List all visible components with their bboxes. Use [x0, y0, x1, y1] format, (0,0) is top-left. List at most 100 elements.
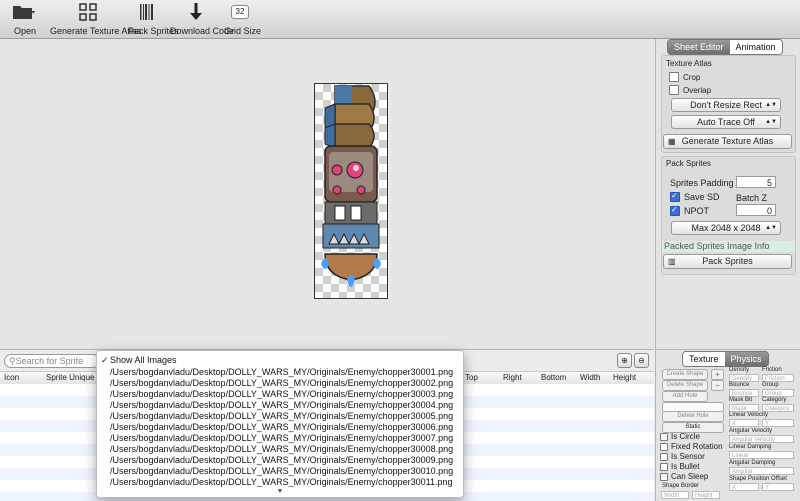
popup-arrows-icon: ▲▼ [765, 102, 777, 108]
max-size-popup[interactable]: Max 2048 x 2048 ▲▼ [671, 221, 781, 235]
shape-border-height-field[interactable]: Height [692, 491, 720, 499]
pack-sprites-toolbar-button[interactable]: Pack Sprites [128, 2, 179, 36]
pack-sprites-title: Pack Sprites [666, 159, 711, 168]
auto-trace-popup[interactable]: Auto Trace Off ▲▼ [671, 115, 781, 129]
column-bottom[interactable]: Bottom [541, 372, 566, 384]
remove-icon[interactable]: − [711, 380, 724, 391]
search-icon: ⚲ [9, 356, 16, 366]
bounce-field[interactable]: Bounce [729, 389, 759, 397]
zoom-out-icon: ⊖ [638, 356, 645, 365]
menu-item[interactable]: /Users/bogdanvladu/Desktop/DOLLY_WARS_MY… [110, 422, 453, 433]
save-sd-checkbox[interactable]: Save SD [670, 191, 720, 202]
category-label: Category [762, 397, 787, 403]
zoom-out-button[interactable]: ⊖ [634, 353, 649, 368]
resize-rect-popup[interactable]: Don't Resize Rect ▲▼ [671, 98, 781, 112]
auto-trace-label: Auto Trace Off [697, 117, 755, 127]
open-label: Open [13, 26, 37, 36]
menu-item[interactable]: /Users/bogdanvladu/Desktop/DOLLY_WARS_MY… [110, 367, 453, 378]
column-top[interactable]: Top [465, 372, 478, 384]
pack-button-label: Pack Sprites [702, 256, 753, 266]
category-field[interactable]: Category [762, 404, 794, 412]
pack-sprites-button[interactable]: ▥ Pack Sprites [663, 254, 792, 269]
search-field[interactable]: ⚲Search for Sprite [4, 354, 100, 368]
image-filter-menu[interactable]: ✓ Show All Images /Users/bogdanvladu/Des… [96, 350, 464, 498]
texture-atlas-title: Texture Atlas [666, 59, 712, 68]
can-sleep-checkbox[interactable]: Can Sleep [660, 472, 708, 481]
grid-size-control[interactable]: 32 Grid Size [224, 2, 262, 36]
open-button[interactable]: Open [10, 2, 40, 36]
npot-label: NPOT [684, 206, 710, 216]
menu-item[interactable]: /Users/bogdanvladu/Desktop/DOLLY_WARS_MY… [110, 400, 453, 411]
sprites-padding-field[interactable]: 5 [736, 176, 776, 188]
fixed-rotation-label: Fixed Rotation [671, 442, 723, 451]
linear-velocity-y-field[interactable]: Y [762, 419, 794, 427]
linear-velocity-x-field[interactable]: X [729, 419, 759, 427]
angular-velocity-field[interactable]: Angular Velocity [729, 435, 794, 443]
shape-border-width-field[interactable]: Width [661, 491, 689, 499]
download-label: Download Code [170, 26, 235, 36]
crop-checkbox[interactable]: Crop [669, 72, 700, 82]
folder-icon [10, 2, 40, 22]
delete-hole-button[interactable]: Delete Hole [662, 411, 724, 422]
npot-checkbox[interactable]: NPOT [670, 205, 710, 216]
fixed-rotation-checkbox[interactable]: Fixed Rotation [660, 442, 723, 451]
crop-label: Crop [683, 72, 701, 82]
menu-item[interactable]: /Users/bogdanvladu/Desktop/DOLLY_WARS_MY… [110, 455, 453, 466]
sprite-canvas[interactable] [0, 39, 654, 349]
offset-x-field[interactable]: X [729, 483, 759, 491]
sprites-padding-label: Sprites Padding [670, 178, 734, 188]
save-sd-label: Save SD [684, 192, 720, 202]
density-field[interactable]: Density [729, 374, 759, 382]
generate-button-label: Generate Texture Atlas [681, 136, 774, 146]
linear-damping-label: Linear Damping [729, 444, 772, 450]
column-sprite-unique-name[interactable]: Sprite Unique N [46, 372, 102, 384]
menu-item[interactable]: /Users/bogdanvladu/Desktop/DOLLY_WARS_MY… [110, 433, 453, 444]
menu-item[interactable]: /Users/bogdanvladu/Desktop/DOLLY_WARS_MY… [110, 378, 453, 389]
is-bullet-label: Is Bullet [671, 462, 700, 471]
mask-field[interactable]: Mask [729, 404, 759, 412]
menu-scroll-down-icon[interactable]: ▼ [97, 487, 463, 497]
column-width[interactable]: Width [580, 372, 600, 384]
download-code-button[interactable]: Download Code [170, 2, 235, 36]
sheet-editor-panel: Sheet Editor Animation Texture Atlas Cro… [655, 39, 800, 349]
angular-damping-field[interactable]: Angular [729, 467, 794, 475]
tab-animation[interactable]: Animation [729, 40, 782, 54]
column-height[interactable]: Height [613, 372, 636, 384]
create-shape-button[interactable]: Create Shape [662, 369, 708, 380]
menu-item-show-all[interactable]: Show All Images [110, 355, 177, 366]
linear-velocity-label: Linear Velocity [729, 412, 769, 418]
tab-texture[interactable]: Texture [683, 352, 725, 366]
popup-arrows-icon: ▲▼ [765, 119, 777, 125]
menu-item[interactable]: /Users/bogdanvladu/Desktop/DOLLY_WARS_MY… [110, 466, 453, 477]
linear-damping-field[interactable]: Linear [729, 451, 794, 459]
is-circle-checkbox[interactable]: Is Circle [660, 432, 700, 441]
physics-panel: Texture Physics Create Shape + Delete Sh… [655, 349, 800, 501]
friction-field[interactable]: Friction [762, 374, 794, 382]
menu-item[interactable]: /Users/bogdanvladu/Desktop/DOLLY_WARS_MY… [110, 411, 453, 422]
is-bullet-checkbox[interactable]: Is Bullet [660, 462, 699, 471]
overlap-checkbox[interactable]: Overlap [669, 85, 711, 95]
add-icon[interactable]: + [711, 369, 724, 380]
batch-z-label: Batch Z [736, 193, 768, 203]
sprite-sheet-preview[interactable] [314, 83, 388, 299]
tab-sheet-editor[interactable]: Sheet Editor [668, 40, 730, 54]
friction-label: Friction [762, 367, 782, 373]
generate-texture-atlas-button[interactable]: ▦ Generate Texture Atlas [663, 134, 792, 149]
add-hole-button[interactable]: Add Hole [662, 391, 708, 402]
offset-y-field[interactable]: Y [762, 483, 794, 491]
grid-size-label: Grid Size [224, 26, 262, 36]
pack-label: Pack Sprites [128, 26, 179, 36]
zoom-in-button[interactable]: ⊕ [617, 353, 632, 368]
group-field[interactable]: Group [762, 389, 794, 397]
tab-physics[interactable]: Physics [724, 352, 768, 366]
column-right[interactable]: Right [503, 372, 522, 384]
max-size-label: Max 2048 x 2048 [691, 223, 761, 233]
menu-item[interactable]: /Users/bogdanvladu/Desktop/DOLLY_WARS_MY… [110, 389, 453, 400]
batch-z-field[interactable]: 0 [736, 204, 776, 216]
menu-item[interactable]: /Users/bogdanvladu/Desktop/DOLLY_WARS_MY… [110, 444, 453, 455]
delete-shape-button[interactable]: Delete Shape [662, 380, 708, 391]
grid-size-field[interactable]: 32 [230, 5, 250, 19]
column-icon[interactable]: Icon [4, 372, 19, 384]
is-sensor-checkbox[interactable]: Is Sensor [660, 452, 705, 461]
generate-texture-atlas-toolbar-button[interactable]: Generate Texture Atlas [50, 2, 141, 36]
